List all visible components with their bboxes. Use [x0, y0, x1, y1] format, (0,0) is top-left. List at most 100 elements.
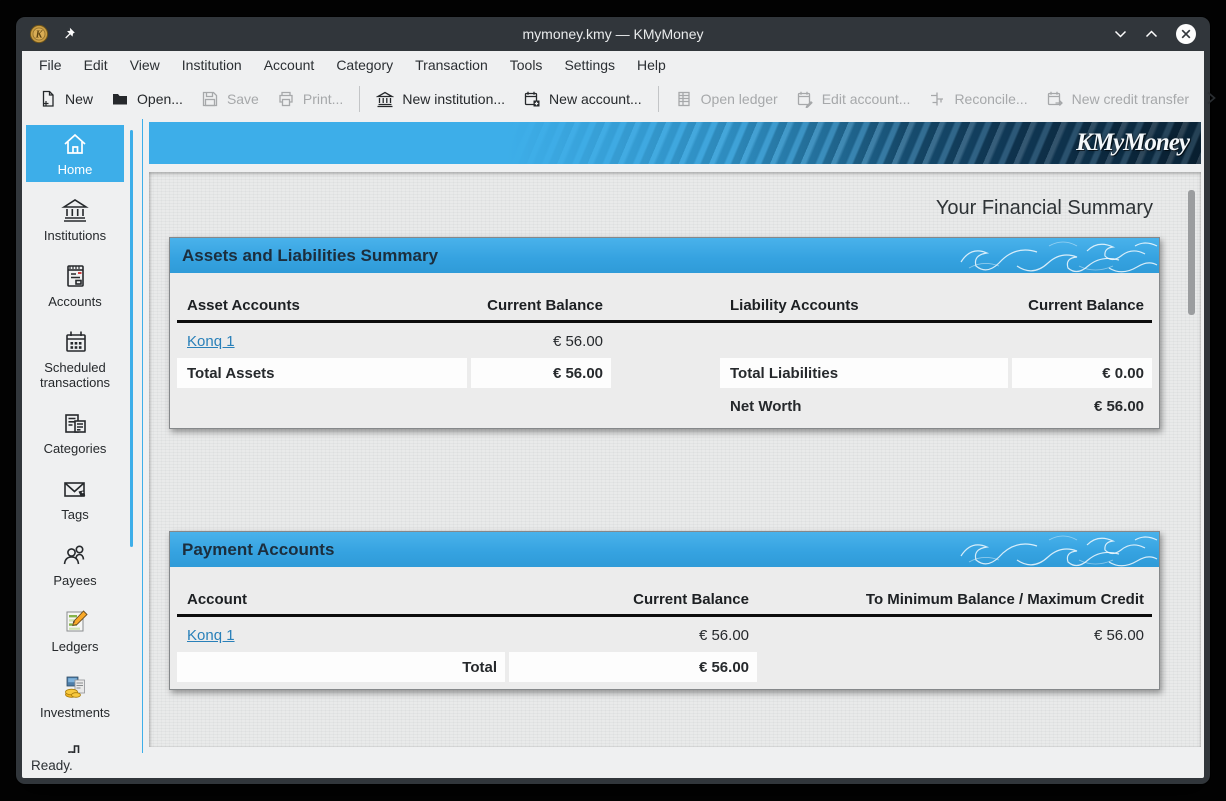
menu-account[interactable]: Account: [253, 54, 326, 76]
col-account: Account: [177, 591, 505, 608]
save-button: Save: [192, 84, 268, 114]
payment-account-link[interactable]: Konq 1: [187, 627, 235, 644]
col-current-balance-2: Current Balance: [1012, 297, 1152, 314]
payments-total-row: Total € 56.00: [177, 652, 1152, 682]
net-worth-value: € 56.00: [1012, 391, 1152, 421]
kmymoney-window: mymoney.kmy — KMyMoney K: [16, 17, 1210, 784]
sidebar-item-categories[interactable]: Categories: [26, 404, 124, 461]
toolbar-separator: [359, 86, 360, 112]
col-payment-current-balance: Current Balance: [509, 591, 757, 608]
menu-transaction[interactable]: Transaction: [404, 54, 499, 76]
print-button: Print...: [268, 84, 352, 114]
menu-settings[interactable]: Settings: [553, 54, 626, 76]
menu-edit[interactable]: Edit: [73, 54, 119, 76]
total-liabilities-value: € 0.00: [1012, 358, 1152, 388]
asset-account-row: Konq 1 € 56.00: [177, 327, 1152, 355]
sidebar-label: Ledgers: [52, 639, 99, 655]
payments-total-label: Total: [177, 652, 505, 682]
sidebar-item-payees[interactable]: Payees: [26, 536, 124, 593]
sidebar-label: Accounts: [48, 294, 101, 310]
content-scrollbar-thumb[interactable]: [1188, 190, 1195, 315]
reconcile-label: Reconcile...: [954, 91, 1027, 107]
new-account-label: New account...: [549, 91, 642, 107]
save-label: Save: [227, 91, 259, 107]
main-body: Home Institutions Accounts: [22, 119, 1204, 753]
payment-accounts-header: Payment Accounts: [170, 532, 1159, 567]
new-institution-button[interactable]: New institution...: [367, 84, 514, 114]
edit-account-button: Edit account...: [787, 84, 920, 114]
sidebar-item-ledgers[interactable]: Ledgers: [26, 602, 124, 659]
payment-account-balance: € 56.00: [509, 621, 757, 649]
flourish-decoration: [959, 532, 1159, 567]
payment-account-to-min: € 56.00: [761, 621, 1152, 649]
app-coin-icon[interactable]: K: [29, 24, 49, 44]
menu-institution[interactable]: Institution: [171, 54, 253, 76]
asset-account-link[interactable]: Konq 1: [187, 333, 235, 350]
minimize-icon[interactable]: [1113, 28, 1128, 40]
close-button[interactable]: [1175, 23, 1197, 45]
sidebar-label: Categories: [44, 441, 107, 457]
sidebar-label: Tags: [61, 507, 88, 523]
sidebar-item-tags[interactable]: Tags: [26, 470, 124, 527]
col-current-balance: Current Balance: [471, 297, 611, 314]
menu-view[interactable]: View: [119, 54, 171, 76]
assets-liabilities-section: Assets and Liabilities Summary: [169, 237, 1160, 429]
new-credit-transfer-button: New credit transfer: [1037, 84, 1198, 114]
menu-file[interactable]: File: [28, 54, 73, 76]
titlebar: mymoney.kmy — KMyMoney K: [16, 17, 1210, 51]
assets-liabilities-title: Assets and Liabilities Summary: [182, 246, 438, 266]
net-worth-label: Net Worth: [720, 391, 1008, 421]
total-liabilities-label: Total Liabilities: [720, 358, 1008, 388]
col-liability-accounts: Liability Accounts: [720, 297, 1008, 314]
print-label: Print...: [303, 91, 343, 107]
pin-icon[interactable]: [61, 26, 77, 42]
maximize-icon[interactable]: [1144, 28, 1159, 40]
svg-text:K: K: [35, 30, 44, 41]
main-content: KMyMoney Your Financial Summary Assets a…: [143, 119, 1204, 753]
sidebar-item-investments[interactable]: Investments: [26, 668, 124, 725]
home-view: Your Financial Summary Assets and Liabil…: [149, 172, 1201, 747]
total-assets-value: € 56.00: [471, 358, 611, 388]
sidebar: Home Institutions Accounts: [22, 119, 143, 753]
payment-accounts-section: Payment Accounts: [169, 531, 1160, 690]
totals-row: Total Assets € 56.00 Total Liabilities €…: [177, 358, 1152, 388]
sidebar-label: Scheduled transactions: [28, 360, 122, 392]
toolbar: New Open... Save Print...: [22, 79, 1204, 119]
net-worth-row: Net Worth € 56.00: [177, 391, 1152, 421]
menu-help[interactable]: Help: [626, 54, 677, 76]
open-button[interactable]: Open...: [102, 84, 192, 114]
page-title: Your Financial Summary: [149, 197, 1153, 220]
statusbar: Ready.: [22, 753, 1204, 778]
menubar: File Edit View Institution Account Categ…: [22, 51, 1204, 79]
status-text: Ready.: [31, 758, 73, 773]
new-account-button[interactable]: New account...: [514, 84, 651, 114]
assets-liabilities-header: Assets and Liabilities Summary: [170, 238, 1159, 273]
new-button[interactable]: New: [30, 84, 102, 114]
total-assets-label: Total Assets: [177, 358, 467, 388]
sidebar-scrollbar-thumb[interactable]: [130, 130, 133, 547]
toolbar-separator: [658, 86, 659, 112]
payments-total-value: € 56.00: [509, 652, 757, 682]
sidebar-item-institutions[interactable]: Institutions: [26, 191, 124, 248]
open-ledger-button: Open ledger: [666, 84, 787, 114]
payment-accounts-title: Payment Accounts: [182, 540, 334, 560]
sidebar-label: Investments: [40, 705, 110, 721]
col-asset-accounts: Asset Accounts: [177, 297, 467, 314]
app-area: File Edit View Institution Account Categ…: [22, 51, 1204, 778]
sidebar-item-accounts[interactable]: Accounts: [26, 257, 124, 314]
sidebar-label: Home: [58, 162, 93, 178]
sidebar-item-reports[interactable]: Reports: [26, 734, 124, 753]
menu-category[interactable]: Category: [325, 54, 404, 76]
payment-account-row: Konq 1 € 56.00 € 56.00: [177, 621, 1152, 649]
toolbar-overflow-icon[interactable]: [1198, 86, 1224, 113]
new-institution-label: New institution...: [402, 91, 505, 107]
flourish-decoration: [959, 238, 1159, 273]
open-ledger-label: Open ledger: [701, 91, 778, 107]
sidebar-item-home[interactable]: Home: [26, 125, 124, 182]
col-to-minimum-balance: To Minimum Balance / Maximum Credit: [761, 591, 1152, 608]
menu-tools[interactable]: Tools: [499, 54, 554, 76]
open-label: Open...: [137, 91, 183, 107]
sidebar-item-scheduled-transactions[interactable]: Scheduled transactions: [26, 323, 124, 396]
new-credit-transfer-label: New credit transfer: [1072, 91, 1189, 107]
assets-table-header: Asset Accounts Current Balance Liability…: [177, 279, 1152, 323]
